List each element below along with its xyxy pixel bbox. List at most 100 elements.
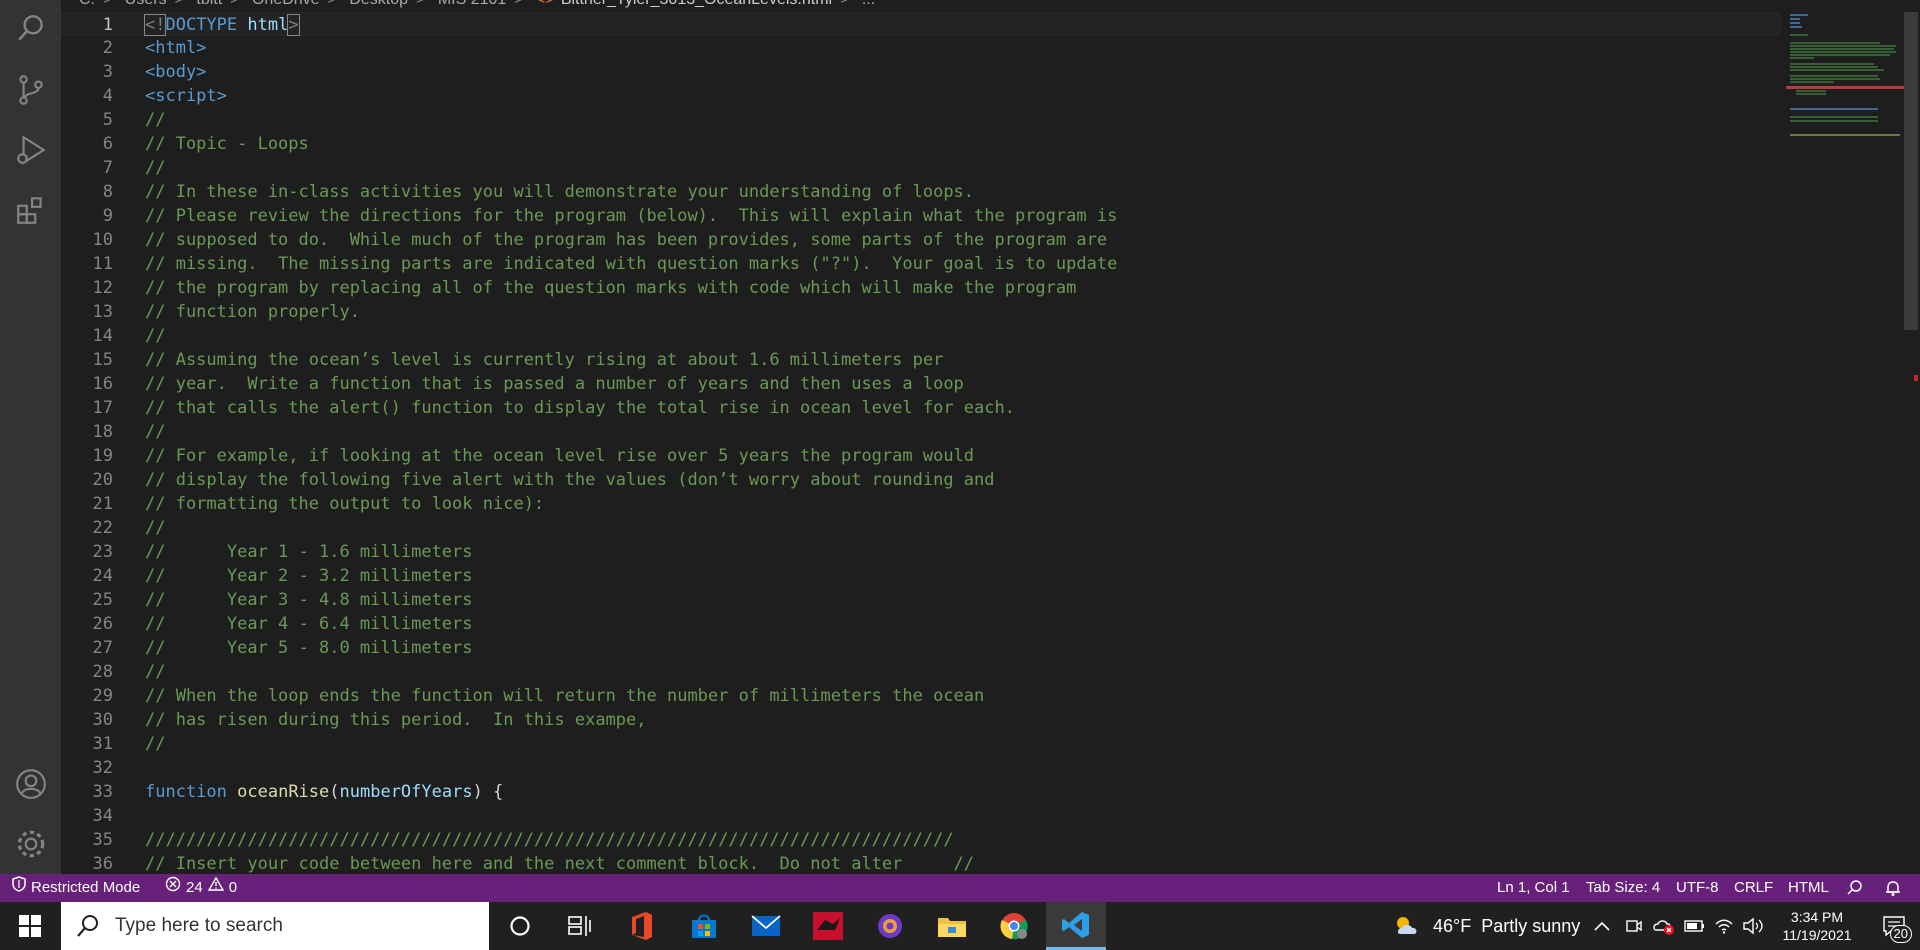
code-line[interactable]: 14 // xyxy=(61,324,1781,348)
line-ending[interactable]: CRLF xyxy=(1734,874,1773,902)
code-line[interactable]: 24 // Year 2 - 3.2 millimeters xyxy=(61,564,1781,588)
code-line[interactable]: 33 function oceanRise(numberOfYears) { xyxy=(61,780,1781,804)
meet-now-icon[interactable] xyxy=(1625,902,1643,950)
code-line[interactable]: 23 // Year 1 - 1.6 millimeters xyxy=(61,540,1781,564)
code-line[interactable]: 19 // For example, if looking at the ocea… xyxy=(61,444,1781,468)
code-line[interactable]: 1 <!DOCTYPE html> xyxy=(61,12,1781,36)
feedback-icon[interactable] xyxy=(1845,874,1863,902)
restricted-mode-indicator[interactable]: Restricted Mode xyxy=(0,874,149,902)
code-line[interactable]: 17 // that calls the alert() function to … xyxy=(61,396,1781,420)
code-line[interactable]: 26 // Year 4 - 6.4 millimeters xyxy=(61,612,1781,636)
code-editor[interactable]: 1 <!DOCTYPE html> 2 <html> 3 <body> 4 <scrip… xyxy=(61,12,1904,874)
file-explorer-icon[interactable] xyxy=(922,902,982,950)
shield-icon xyxy=(12,874,26,902)
cursor-position[interactable]: Ln 1, Col 1 xyxy=(1497,874,1570,902)
code-line[interactable]: 21 // formatting the output to look nice)… xyxy=(61,492,1781,516)
code-line[interactable]: 35 //////////////////////////////////////… xyxy=(61,828,1781,852)
start-button[interactable] xyxy=(0,902,60,950)
problems-indicator[interactable]: 24 0 xyxy=(165,874,237,902)
line-number: 25 xyxy=(92,590,113,610)
line-number: 32 xyxy=(92,758,113,778)
activity-bar xyxy=(0,0,61,874)
breadcrumb-item[interactable]: MIS 2101 xyxy=(438,0,506,8)
code-line[interactable]: 30 // has risen during this period. In th… xyxy=(61,708,1781,732)
code-line[interactable]: 4 <script> xyxy=(61,84,1781,108)
encoding[interactable]: UTF-8 xyxy=(1676,874,1719,902)
code-line[interactable]: 3 <body> xyxy=(61,60,1781,84)
code-line[interactable]: 10 // supposed to do. While much of the p… xyxy=(61,228,1781,252)
vscode-icon[interactable] xyxy=(1046,902,1106,950)
settings-gear-icon[interactable] xyxy=(0,820,61,868)
code-token: <! xyxy=(143,14,167,36)
line-number: 24 xyxy=(92,566,113,586)
code-line[interactable]: 34 xyxy=(61,804,1781,828)
breadcrumb-item[interactable]: OneDrive xyxy=(252,0,320,8)
code-line[interactable]: 2 <html> xyxy=(61,36,1781,60)
code-line[interactable]: 28 // xyxy=(61,660,1781,684)
extensions-icon[interactable] xyxy=(0,186,61,234)
line-number: 2 xyxy=(102,38,113,58)
line-number: 22 xyxy=(92,518,113,538)
code-line[interactable]: 6 // Topic - Loops xyxy=(61,132,1781,156)
line-number: 26 xyxy=(92,614,113,634)
browser-app-icon[interactable] xyxy=(860,902,920,950)
code-line[interactable]: 7 // xyxy=(61,156,1781,180)
code-line[interactable]: 11 // missing. The missing parts are indi… xyxy=(61,252,1781,276)
code-token: function xyxy=(145,782,227,802)
action-center-button[interactable]: 20 xyxy=(1872,902,1916,950)
mail-icon[interactable] xyxy=(736,902,796,950)
code-text: // Year 4 - 6.4 millimeters xyxy=(145,614,473,634)
breadcrumb-item[interactable]: Desktop xyxy=(349,0,408,8)
onedrive-error-icon[interactable] xyxy=(1652,902,1676,950)
battery-icon[interactable] xyxy=(1684,902,1706,950)
cortana-icon[interactable] xyxy=(490,902,550,950)
language-mode[interactable]: HTML xyxy=(1788,874,1829,902)
run-debug-icon[interactable] xyxy=(0,126,61,174)
search-icon[interactable] xyxy=(0,4,61,52)
microsoft-store-icon[interactable] xyxy=(674,902,734,950)
accounts-icon[interactable] xyxy=(0,760,61,808)
vertical-scrollbar[interactable] xyxy=(1904,12,1918,330)
code-token: ) { xyxy=(472,782,504,802)
breadcrumb-item[interactable]: ... xyxy=(862,0,875,8)
code-line[interactable]: 20 // display the following five alert wi… xyxy=(61,468,1781,492)
code-line[interactable]: 22 // xyxy=(61,516,1781,540)
code-line[interactable]: 36 // Insert your code between here and t… xyxy=(61,852,1781,874)
breadcrumb-item[interactable]: Users xyxy=(125,0,167,8)
code-line[interactable]: 12 // the program by replacing all of the… xyxy=(61,276,1781,300)
tab-size[interactable]: Tab Size: 4 xyxy=(1586,874,1660,902)
taskbar-search-box[interactable]: Type here to search xyxy=(61,902,489,950)
show-hidden-icons-chevron-icon[interactable] xyxy=(1594,902,1610,950)
chrome-icon[interactable] xyxy=(984,902,1044,950)
code-line[interactable]: 8 // In these in-class activities you wil… xyxy=(61,180,1781,204)
volume-icon[interactable] xyxy=(1742,902,1764,950)
code-line[interactable]: 29 // When the loop ends the function wil… xyxy=(61,684,1781,708)
game-app-icon[interactable] xyxy=(798,902,858,950)
code-line[interactable]: 15 // Assuming the ocean’s level is curre… xyxy=(61,348,1781,372)
restricted-mode-label: Restricted Mode xyxy=(31,879,141,896)
code-line[interactable]: 18 // xyxy=(61,420,1781,444)
breadcrumb-file[interactable]: Bittner_Tyler_3013_OceanLevels.html xyxy=(561,0,832,8)
code-line[interactable]: 9 // Please review the directions for the… xyxy=(61,204,1781,228)
code-line[interactable]: 13 // function properly. xyxy=(61,300,1781,324)
code-line[interactable]: 27 // Year 5 - 8.0 millimeters xyxy=(61,636,1781,660)
code-line[interactable]: 31 // xyxy=(61,732,1781,756)
code-line[interactable]: 5 // xyxy=(61,108,1781,132)
minimap[interactable] xyxy=(1786,12,1904,152)
breadcrumb-item[interactable]: C: xyxy=(79,0,95,8)
office-app-icon[interactable] xyxy=(612,902,672,950)
task-view-icon[interactable] xyxy=(550,902,610,950)
code-line[interactable]: 25 // Year 3 - 4.8 millimeters xyxy=(61,588,1781,612)
line-number: 1 xyxy=(102,15,113,35)
wifi-icon[interactable] xyxy=(1714,902,1734,950)
source-control-icon[interactable] xyxy=(0,66,61,114)
notification-count-badge: 20 xyxy=(1889,925,1912,943)
code-line[interactable]: 32 xyxy=(61,756,1781,780)
code-line[interactable]: 16 // year. Write a function that is pass… xyxy=(61,372,1781,396)
weather-widget[interactable]: 46°F Partly sunny xyxy=(1393,902,1580,950)
code-text: // display the following five alert with… xyxy=(145,470,995,490)
clock[interactable]: 3:34 PM 11/19/2021 xyxy=(1776,902,1858,950)
breadcrumb-item[interactable]: tbitt xyxy=(196,0,222,8)
notifications-bell-icon[interactable] xyxy=(1884,874,1902,902)
code-text: // Year 2 - 3.2 millimeters xyxy=(145,566,473,586)
